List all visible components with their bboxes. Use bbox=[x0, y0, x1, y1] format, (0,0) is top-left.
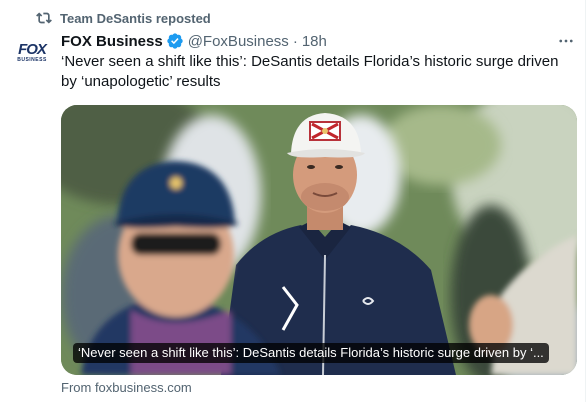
repost-icon bbox=[36, 12, 52, 24]
author-name[interactable]: FOX Business bbox=[61, 33, 163, 50]
link-card[interactable]: ‘Never seen a shift like this’: DeSantis… bbox=[61, 105, 577, 375]
avatar[interactable]: FOX BUSINESS bbox=[14, 40, 50, 64]
more-options-icon[interactable] bbox=[557, 32, 575, 50]
repost-label: Team DeSantis reposted bbox=[60, 10, 211, 26]
repost-context[interactable]: Team DeSantis reposted bbox=[36, 9, 211, 27]
tweet-timestamp[interactable]: 18h bbox=[302, 33, 327, 50]
card-title[interactable]: ‘Never seen a shift like this’: DeSantis… bbox=[73, 343, 549, 363]
card-image bbox=[61, 105, 577, 375]
verified-badge-icon[interactable] bbox=[166, 32, 184, 50]
tweet[interactable]: Team DeSantis reposted FOX BUSINESS FOX … bbox=[0, 0, 586, 402]
avatar-logo-subtext: BUSINESS bbox=[17, 56, 47, 63]
card-source[interactable]: From foxbusiness.com bbox=[61, 380, 192, 395]
author-handle[interactable]: @FoxBusiness bbox=[188, 33, 289, 50]
avatar-logo-text: FOX bbox=[18, 40, 47, 58]
separator-dot: · bbox=[292, 32, 298, 50]
tweet-header: FOX Business @FoxBusiness · 18h bbox=[61, 31, 571, 51]
tweet-text: ‘Never seen a shift like this’: DeSantis… bbox=[61, 53, 559, 90]
